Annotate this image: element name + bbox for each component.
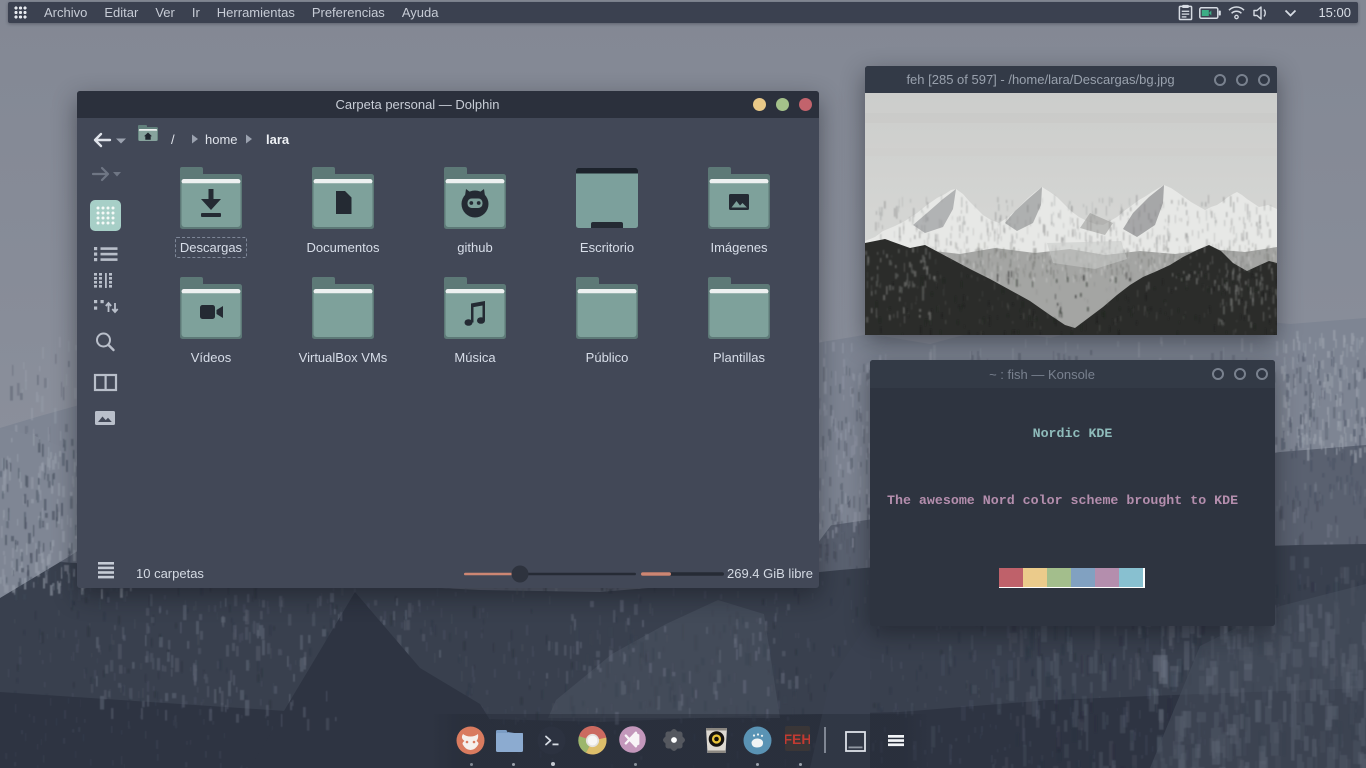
svg-text:10 carpetas: 10 carpetas — [136, 566, 204, 581]
svg-text:lara: lara — [266, 132, 290, 147]
svg-text:home: home — [205, 132, 238, 147]
svg-text:/: / — [171, 132, 175, 147]
svg-text:269.4 GiB libre: 269.4 GiB libre — [727, 566, 813, 581]
